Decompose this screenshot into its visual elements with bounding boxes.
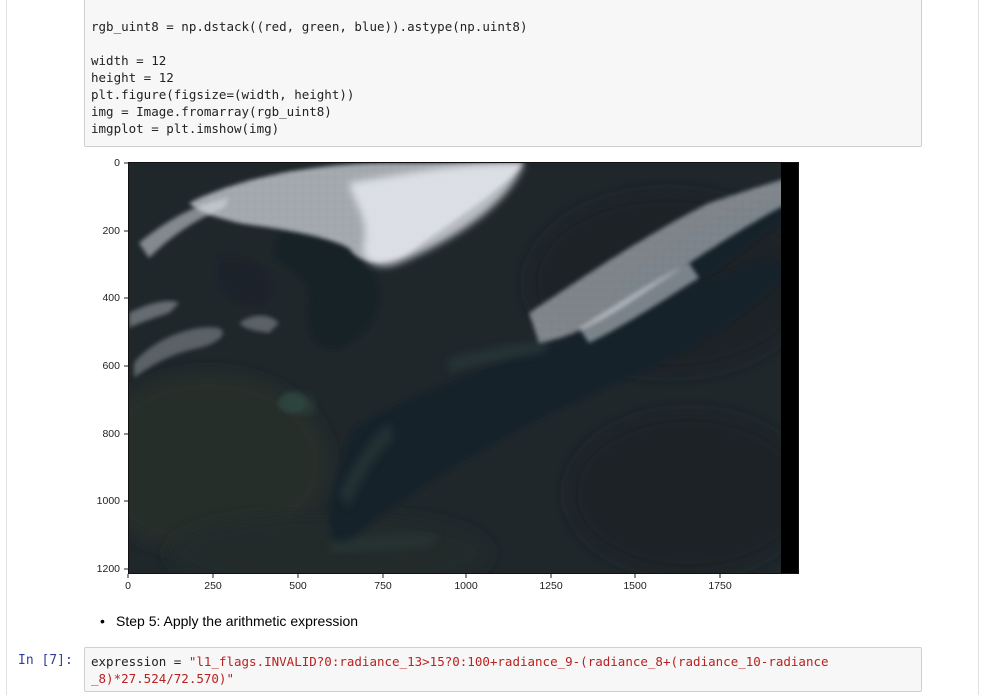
expression-string-cont: _8)*27.524/72.570)" [91, 671, 234, 686]
code-line: _8)*27.524/72.570)" [91, 670, 234, 687]
cell-prompt: In [7]: [18, 653, 73, 668]
markdown-step-5: • Step 5: Apply the arithmetic expression [100, 613, 358, 629]
expression-var: expression = [91, 654, 189, 669]
code-line: expression = "l1_flags.INVALID?0:radianc… [91, 653, 829, 670]
expression-string: "l1_flags.INVALID?0:radiance_13>15?0:100… [188, 654, 829, 669]
bullet-icon: • [100, 613, 105, 629]
satellite-image [128, 162, 799, 574]
step-text: Step 5: Apply the arithmetic expression [116, 613, 359, 629]
code-cell-expression[interactable]: expression = "l1_flags.INVALID?0:radianc… [84, 647, 922, 692]
